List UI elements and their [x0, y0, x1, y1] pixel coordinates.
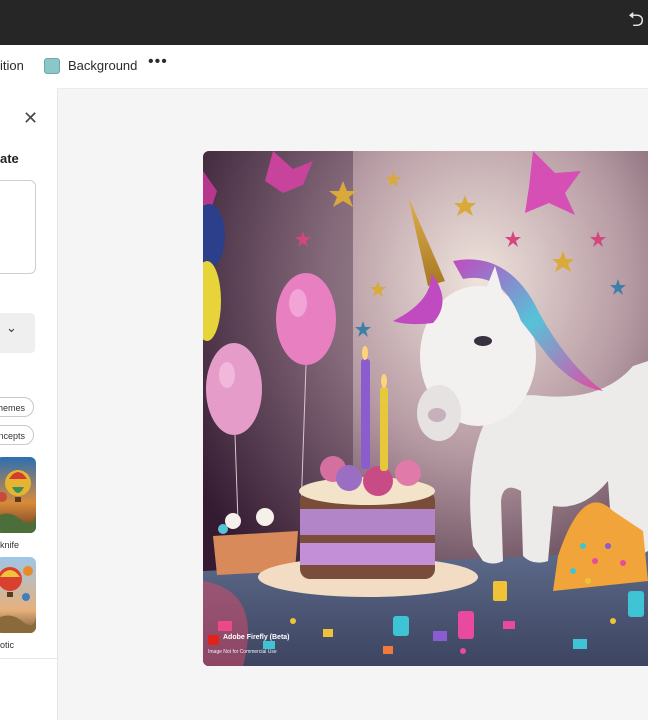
thumbnail-label: otic — [0, 640, 15, 650]
more-options-button[interactable]: ••• — [148, 53, 168, 71]
thumbnail-label: knife — [0, 540, 20, 550]
chip-themes[interactable]: hemes — [0, 397, 34, 417]
panel-divider — [0, 658, 57, 659]
style-dropdown[interactable]: ⌄ — [0, 313, 35, 353]
editor-toolbar: ition Background ••• — [0, 45, 648, 89]
hot-air-balloon-image — [0, 457, 36, 533]
panel-title: ate — [0, 151, 19, 166]
style-thumbnail-exotic[interactable] — [0, 557, 36, 633]
unicorn-birthday-image — [203, 151, 648, 666]
watermark-title: Adobe Firefly (Beta) — [223, 634, 290, 641]
adobe-logo-icon — [208, 635, 219, 645]
chip-concepts[interactable]: ncepts — [0, 425, 34, 445]
undo-icon[interactable]: ⮌ — [628, 9, 646, 29]
chevron-down-icon: ⌄ — [6, 321, 17, 336]
generate-side-panel: ✕ ate ⌄ hemes ncepts knife otic — [0, 88, 58, 720]
background-color-swatch[interactable] — [44, 58, 60, 74]
hot-air-balloon-image — [0, 557, 36, 633]
toolbar-item-composition[interactable]: ition — [0, 58, 24, 73]
prompt-input[interactable] — [0, 180, 36, 274]
style-thumbnail-palette-knife[interactable] — [0, 457, 36, 533]
close-icon[interactable]: ✕ — [23, 110, 41, 128]
top-app-bar: ⮌ — [0, 0, 648, 45]
generated-image[interactable]: Adobe Firefly (Beta) Image Not for Comme… — [203, 151, 648, 666]
watermark-subtitle: Image Not for Commercial Use — [208, 649, 277, 655]
background-button[interactable]: Background — [68, 58, 137, 73]
